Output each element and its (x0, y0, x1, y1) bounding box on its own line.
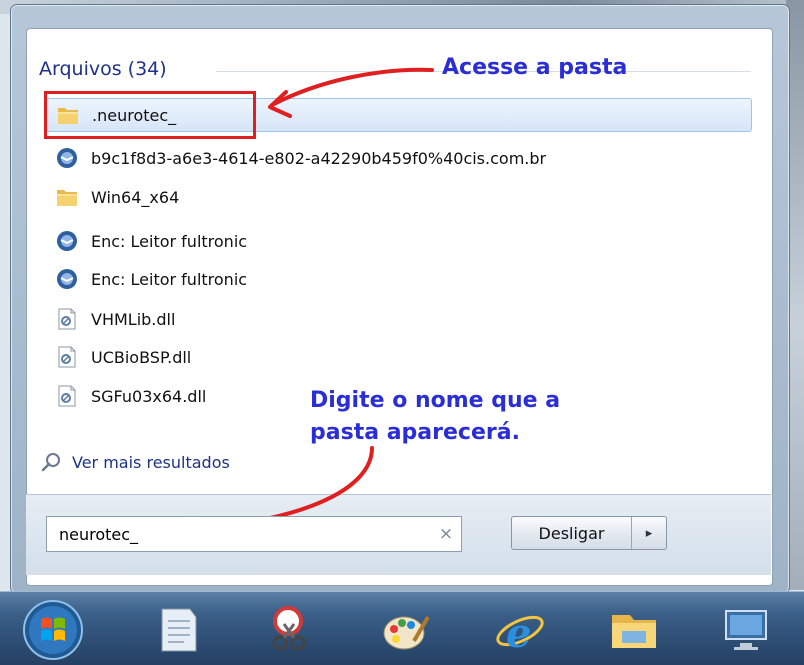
shutdown-options-button[interactable]: ▸ (632, 517, 666, 549)
see-more-results-link[interactable]: Ver mais resultados (40, 451, 230, 473)
clear-search-icon[interactable]: × (431, 524, 461, 544)
file-explorer-icon[interactable] (606, 601, 662, 657)
arrow-to-folder (270, 67, 434, 107)
internet-explorer-icon[interactable]: e (492, 601, 548, 657)
svg-text:e: e (506, 610, 531, 657)
shutdown-button[interactable]: Desligar (512, 517, 632, 549)
taskbar: e (0, 591, 804, 665)
start-search-input[interactable] (47, 518, 431, 550)
annotation-arrows (170, 67, 434, 546)
notepad-icon[interactable] (150, 601, 206, 657)
start-search-box[interactable]: × (46, 516, 462, 552)
start-orb-icon[interactable] (22, 599, 84, 661)
shutdown-button-group: Desligar ▸ (511, 516, 667, 550)
search-icon (40, 451, 62, 473)
paint-icon[interactable] (378, 601, 434, 657)
chevron-right-icon: ▸ (645, 525, 653, 541)
snipping-tool-icon[interactable] (262, 601, 318, 657)
see-more-results-label: Ver mais resultados (72, 452, 230, 472)
remote-desktop-icon[interactable] (718, 601, 774, 657)
